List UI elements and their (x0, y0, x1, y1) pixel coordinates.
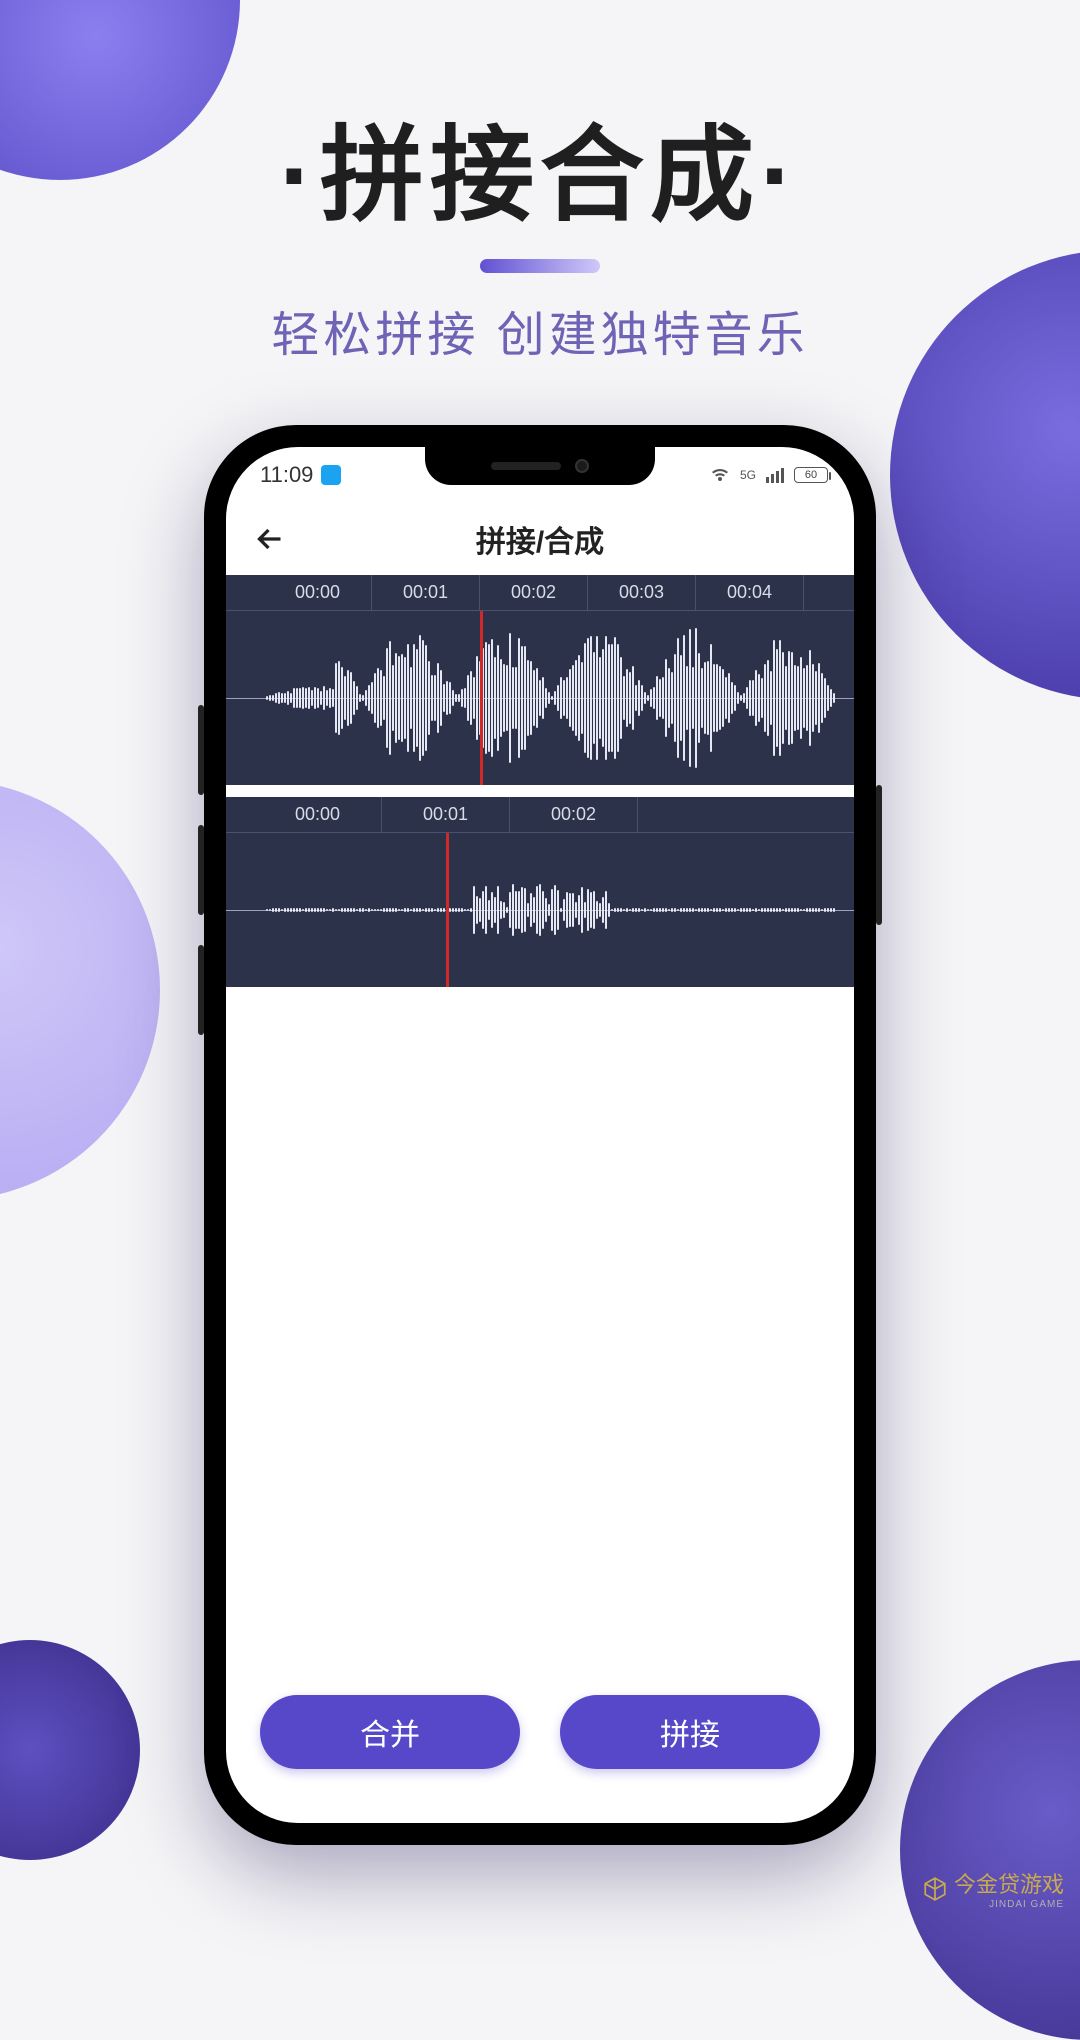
watermark-brand: 今金贷游戏 (954, 1872, 1064, 1897)
playhead[interactable] (446, 833, 449, 987)
back-button[interactable] (248, 517, 292, 561)
bg-blob (0, 780, 160, 1200)
waveform-area[interactable] (226, 611, 854, 785)
promo-title: ·拼接合成· (0, 90, 1080, 241)
watermark-sub: JINDAI GAME (954, 1899, 1064, 1910)
ruler-tick: 00:00 (254, 797, 382, 832)
promo-title-text: 拼接合成 (320, 118, 760, 234)
waveform-area[interactable] (226, 833, 854, 987)
ruler-tick: 00:01 (372, 575, 480, 610)
battery-icon: 60 (794, 467, 828, 483)
ruler-tick: 00:04 (696, 575, 804, 610)
merge-button-label: 合并 (360, 1710, 420, 1754)
merge-button[interactable]: 合并 (260, 1695, 520, 1769)
promo-subtitle: 轻松拼接 创建独特音乐 (0, 295, 1080, 365)
bg-blob (0, 1640, 140, 1860)
app-navbar: 拼接/合成 (226, 503, 854, 575)
bg-blob (900, 1660, 1080, 2040)
concat-button[interactable]: 拼接 (560, 1695, 820, 1769)
playhead[interactable] (480, 611, 483, 785)
arrow-left-icon (252, 521, 288, 557)
ruler-tick: 00:00 (264, 575, 372, 610)
watermark: 今金贷游戏 JINDAI GAME (922, 1867, 1064, 1910)
ruler-tick: 00:01 (382, 797, 510, 832)
time-ruler: 00:00 00:01 00:02 00:03 00:04 (226, 575, 854, 611)
action-buttons: 合并 拼接 (226, 1695, 854, 1769)
network-label: 5G (740, 468, 756, 482)
audio-track-1[interactable]: 00:00 00:01 00:02 00:03 00:04 (226, 575, 854, 785)
time-ruler: 00:00 00:01 00:02 (226, 797, 854, 833)
title-underline (480, 259, 600, 273)
page-title: 拼接/合成 (476, 517, 604, 561)
phone-notch (425, 447, 655, 485)
ruler-tick: 00:03 (588, 575, 696, 610)
status-left: 11:09 (260, 462, 341, 488)
status-app-icon (321, 465, 341, 485)
status-right: 5G 60 (710, 467, 828, 483)
wifi-icon (710, 467, 730, 483)
waveform (226, 611, 854, 785)
concat-button-label: 拼接 (660, 1710, 720, 1754)
phone-mockup: 11:09 5G 60 拼接/合成 00:00 00:01 00:02 00:0… (204, 425, 876, 1845)
status-time: 11:09 (260, 462, 313, 488)
ruler-tick: 00:02 (510, 797, 638, 832)
cube-icon (922, 1876, 948, 1902)
audio-track-2[interactable]: 00:00 00:01 00:02 (226, 797, 854, 987)
promo-header: ·拼接合成· 轻松拼接 创建独特音乐 (0, 0, 1080, 365)
phone-screen: 11:09 5G 60 拼接/合成 00:00 00:01 00:02 00:0… (226, 447, 854, 1823)
ruler-tick: 00:02 (480, 575, 588, 610)
signal-icon (766, 468, 784, 483)
waveform (226, 833, 854, 987)
